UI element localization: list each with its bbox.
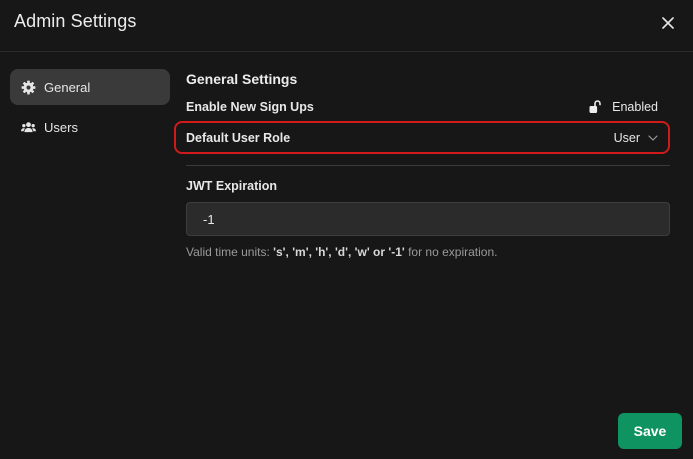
users-icon [20,119,36,135]
section-title: General Settings [186,71,298,87]
default-role-row: Default User Role User [174,121,670,154]
sidebar-item-label: General [44,79,91,95]
save-button[interactable]: Save [618,413,682,449]
close-button[interactable] [657,12,679,34]
jwt-expiration-input[interactable] [186,202,670,236]
default-role-select[interactable]: User [614,131,658,145]
jwt-hint-units: 's', 'm', 'h', 'd', 'w' or '-1' [273,245,405,259]
sidebar: General Users [10,69,170,149]
sidebar-item-users[interactable]: Users [10,109,170,145]
default-role-label: Default User Role [186,130,291,145]
signups-row: Enable New Sign Ups Enabled [186,97,670,117]
dialog-title: Admin Settings [14,11,137,31]
jwt-hint-suffix: for no expiration. [404,245,498,259]
sidebar-item-general[interactable]: General [10,69,170,105]
signups-label: Enable New Sign Ups [186,100,314,114]
jwt-hint: Valid time units: 's', 'm', 'h', 'd', 'w… [186,245,497,259]
default-role-value: User [613,130,640,145]
divider [186,165,670,166]
general-settings-panel: General Settings Enable New Sign Ups Ena… [174,68,670,259]
signups-toggle[interactable]: Enabled [588,100,658,114]
dialog-header: Admin Settings [0,0,693,52]
sidebar-item-label: Users [44,119,78,135]
jwt-expiration-label: JWT Expiration [186,179,277,193]
close-icon [662,17,674,29]
jwt-hint-prefix: Valid time units: [186,245,274,259]
signups-value: Enabled [612,100,658,114]
gear-icon [20,79,36,95]
chevron-down-icon [648,133,658,143]
unlock-icon [588,100,602,114]
